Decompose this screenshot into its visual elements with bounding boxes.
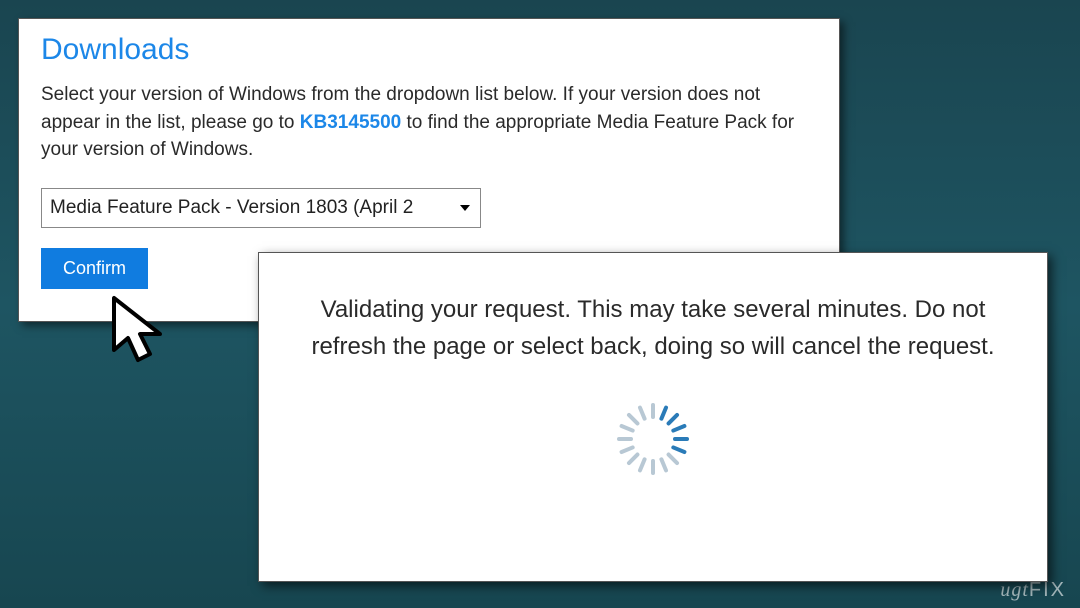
kb-link[interactable]: KB3145500 (300, 112, 401, 133)
validating-panel: Validating your request. This may take s… (258, 252, 1048, 582)
watermark: ugtFIX (1000, 579, 1066, 602)
confirm-button[interactable]: Confirm (41, 248, 148, 289)
watermark-part3: FIX (1029, 579, 1066, 601)
loading-spinner-icon (617, 403, 689, 475)
watermark-part1: ug (1000, 579, 1022, 601)
cursor-arrow-icon (108, 294, 178, 379)
version-select[interactable]: Media Feature Pack - Version 1803 (April… (41, 188, 481, 228)
downloads-description: Select your version of Windows from the … (41, 81, 817, 164)
downloads-title: Downloads (41, 33, 817, 67)
validating-message: Validating your request. This may take s… (299, 291, 1007, 365)
